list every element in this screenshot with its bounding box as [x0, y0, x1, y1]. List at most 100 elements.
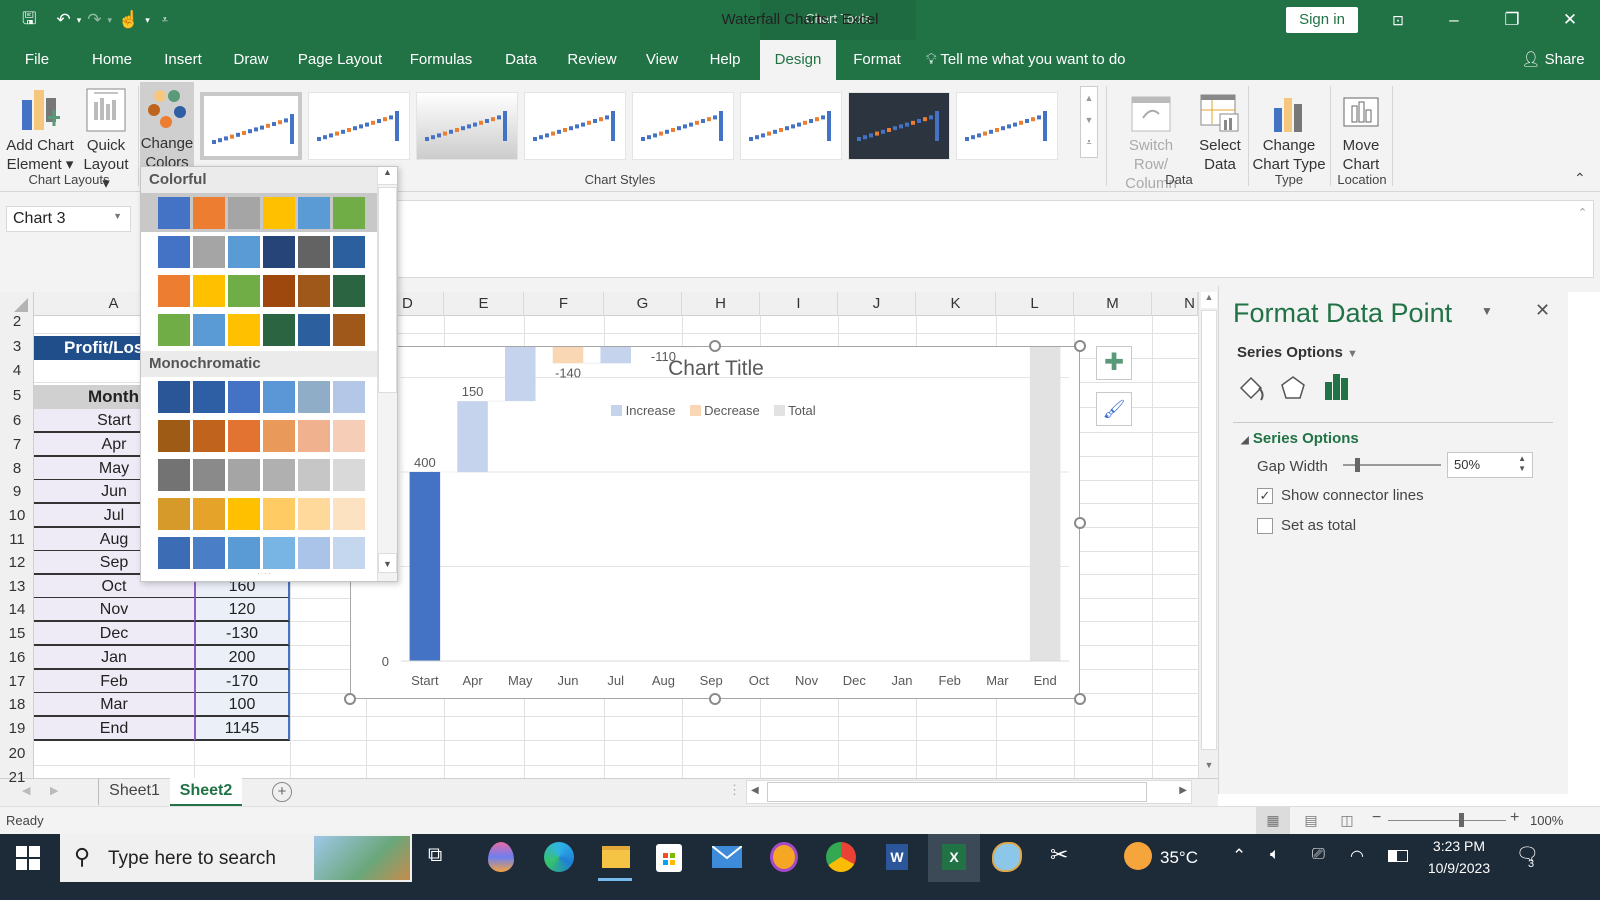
series-options-dropdown[interactable]: Series Options ▼	[1237, 344, 1358, 361]
colorful-palette-row[interactable]	[141, 193, 377, 232]
table-cell-month[interactable]: Nov	[34, 598, 194, 622]
row-header[interactable]: 3	[0, 335, 34, 359]
monochromatic-palette-row[interactable]	[141, 533, 377, 572]
waterfall-chart[interactable]: Chart Title Increase Decrease Total 0200…	[350, 346, 1080, 699]
row-header[interactable]: 19	[0, 717, 34, 741]
close-button[interactable]: ✕	[1550, 8, 1590, 32]
chart-style-thumbnail[interactable]	[200, 92, 302, 160]
colorful-palette-row[interactable]	[141, 232, 377, 271]
chart-styles-button[interactable]: 🖌︎	[1096, 392, 1132, 426]
tab-view[interactable]: View	[640, 40, 684, 80]
resize-handle-br[interactable]	[1074, 693, 1086, 705]
table-cell-value[interactable]: -130	[194, 622, 290, 646]
table-cell-month[interactable]: Mar	[34, 693, 194, 717]
name-box-dropdown-icon[interactable]: ▼	[113, 211, 122, 221]
horizontal-scrollbar[interactable]: ◀ ▶	[746, 780, 1192, 804]
scroll-left-icon[interactable]: ◀	[751, 785, 759, 796]
dropdown-scroll-up-icon[interactable]: ▲	[378, 167, 397, 185]
fill-line-icon[interactable]	[1237, 374, 1264, 401]
meet-now-icon[interactable]: ⎚	[1312, 846, 1325, 864]
snipping-tool-icon[interactable]: ✂	[1050, 842, 1080, 872]
resize-handle-t[interactable]	[709, 340, 721, 352]
row-header[interactable]: 6	[0, 409, 34, 433]
gallery-down-icon[interactable]: ▼	[1081, 109, 1097, 131]
tab-home[interactable]: Home	[82, 40, 142, 80]
table-cell-value[interactable]: 100	[194, 693, 290, 717]
column-header[interactable]: G	[604, 292, 682, 316]
tab-format[interactable]: Format	[846, 40, 908, 80]
brave-browser-icon[interactable]	[770, 842, 798, 872]
add-chart-element-button[interactable]: Add Chart Element ▾	[2, 84, 78, 174]
sheet-tab-sheet1[interactable]: Sheet1	[98, 779, 170, 805]
zoom-level[interactable]: 100%	[1530, 813, 1563, 828]
zoom-slider-thumb[interactable]	[1459, 813, 1464, 827]
resize-handle-tr[interactable]	[1074, 340, 1086, 352]
windows-start-icon[interactable]	[16, 846, 40, 870]
show-hidden-icons-icon[interactable]: ⌃	[1232, 846, 1246, 866]
mail-app-icon[interactable]	[711, 845, 743, 868]
volume-icon[interactable]: 🔈︎	[1270, 846, 1280, 864]
file-explorer-icon[interactable]	[602, 846, 630, 868]
chart-elements-button[interactable]: ✚	[1096, 346, 1132, 380]
zoom-slider[interactable]	[1388, 820, 1506, 821]
restore-button[interactable]: ❐	[1492, 8, 1532, 32]
touch-mode-icon[interactable]: ☝	[118, 10, 139, 30]
collapse-ribbon-icon[interactable]: ⌃	[1574, 170, 1586, 187]
chart-style-thumbnail[interactable]	[416, 92, 518, 160]
tab-design[interactable]: Design	[760, 40, 836, 80]
sign-in-button[interactable]: Sign in	[1286, 7, 1358, 33]
resize-grip-icon[interactable]: ····	[257, 569, 272, 578]
column-header[interactable]: H	[682, 292, 760, 316]
undo-dropdown-icon[interactable]: ▾	[77, 15, 82, 26]
tab-draw[interactable]: Draw	[226, 40, 276, 80]
gallery-up-icon[interactable]: ▲	[1081, 87, 1097, 109]
zoom-out-button[interactable]: −	[1372, 809, 1381, 827]
ribbon-display-options-icon[interactable]: ⊡	[1378, 8, 1418, 32]
gap-width-input[interactable]: 50% ▲ ▼	[1447, 452, 1533, 478]
colorful-palette-row[interactable]	[141, 310, 377, 349]
table-cell-value[interactable]: -170	[194, 670, 290, 694]
microsoft-store-icon[interactable]	[656, 844, 682, 872]
save-icon[interactable]: 🖫	[22, 6, 36, 35]
pane-close-icon[interactable]: ✕	[1535, 300, 1550, 321]
gap-width-slider-thumb[interactable]	[1354, 458, 1360, 472]
table-cell-value[interactable]: 1145	[194, 717, 290, 741]
table-cell-month[interactable]: Jan	[34, 646, 194, 670]
weather-icon[interactable]	[1124, 842, 1152, 870]
name-box[interactable]: Chart 3 ▼	[6, 206, 131, 232]
column-header[interactable]: L	[996, 292, 1074, 316]
move-chart-button[interactable]: Move Chart	[1334, 84, 1388, 174]
zoom-in-button[interactable]: +	[1510, 809, 1519, 827]
row-header[interactable]: 8	[0, 457, 34, 481]
monochromatic-palette-row[interactable]	[141, 377, 377, 416]
share-button[interactable]: 👤︎ Share	[1516, 40, 1590, 80]
tab-data[interactable]: Data	[498, 40, 544, 80]
table-cell-value[interactable]: 200	[194, 646, 290, 670]
gallery-more-icon[interactable]: ⩡	[1081, 131, 1097, 153]
tab-formulas[interactable]: Formulas	[406, 40, 476, 80]
scroll-down-icon[interactable]: ▼	[1201, 760, 1217, 776]
task-view-icon[interactable]: ⧉	[428, 844, 442, 867]
paint3d-app-icon[interactable]	[488, 842, 514, 872]
resize-handle-b[interactable]	[709, 693, 721, 705]
table-cell-month[interactable]: Dec	[34, 622, 194, 646]
clock-time[interactable]: 3:23 PM	[1424, 838, 1494, 854]
spinner-icon[interactable]: ▲ ▼	[1518, 454, 1526, 474]
vertical-scrollbar[interactable]: ▲ ▼	[1198, 292, 1218, 778]
tab-review[interactable]: Review	[564, 40, 620, 80]
customize-qat-icon[interactable]: ⩡	[162, 14, 168, 27]
undo-icon[interactable]: ↶	[56, 10, 70, 30]
sheet-nav-next-icon[interactable]: ▶	[50, 784, 58, 797]
show-connector-lines-label[interactable]: Show connector lines	[1281, 487, 1424, 504]
page-break-view-icon[interactable]: ◫	[1332, 807, 1362, 835]
select-data-button[interactable]: Select Data	[1196, 84, 1244, 174]
chart-style-thumbnail[interactable]	[524, 92, 626, 160]
weather-temp[interactable]: 35°C	[1160, 848, 1198, 868]
minimize-button[interactable]: –	[1434, 8, 1474, 32]
gallery-scroll[interactable]: ▲ ▼ ⩡	[1080, 86, 1098, 158]
row-header[interactable]: 20	[0, 742, 34, 766]
change-chart-type-button[interactable]: Change Chart Type	[1252, 84, 1326, 174]
monochromatic-palette-row[interactable]	[141, 494, 377, 533]
row-header[interactable]: 12	[0, 551, 34, 575]
change-colors-button[interactable]: Change Colors ▾	[140, 82, 194, 190]
